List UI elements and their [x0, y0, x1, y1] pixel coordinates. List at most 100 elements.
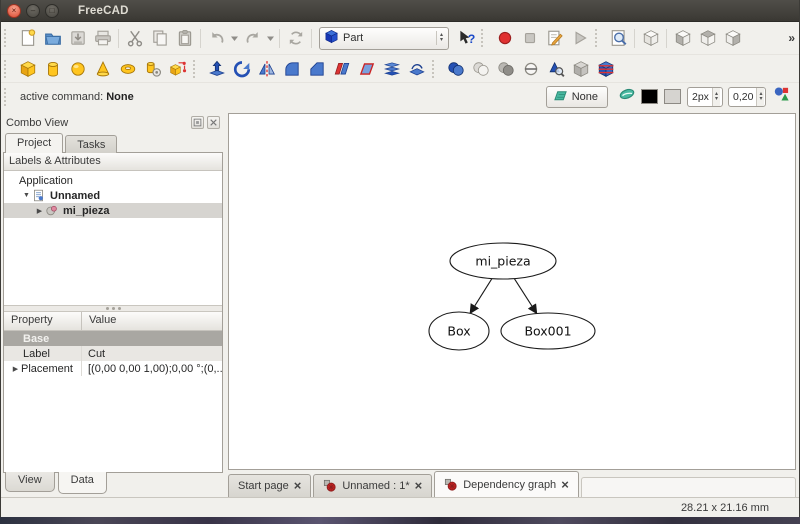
spinner-arrows[interactable]: ▴▾	[436, 31, 446, 45]
paste-icon[interactable]	[172, 26, 197, 50]
document-icon	[32, 189, 46, 202]
refresh-icon[interactable]	[283, 26, 308, 50]
tab-data[interactable]: Data	[58, 472, 107, 494]
toolbar-grip[interactable]	[4, 29, 10, 47]
boolean-cut-icon[interactable]	[493, 57, 518, 81]
combo-view-panel: Combo View ProjectTasks Labels & Attribu…	[1, 113, 225, 497]
whats-this-icon[interactable]: ?	[453, 26, 478, 50]
document-tab-start-page[interactable]: Start page×	[228, 474, 311, 497]
collapsed-arrow-icon[interactable]: ▶	[34, 207, 45, 215]
top-view-icon[interactable]	[695, 26, 720, 50]
cylinder-icon[interactable]	[40, 57, 65, 81]
line-width-spinbox[interactable]: 2px ▴▾	[687, 87, 723, 107]
tab-close-icon[interactable]: ×	[415, 481, 423, 491]
property-row-placement[interactable]: ▶Placement[(0,00 0,00 1,00);0,00 °;(0,..…	[4, 361, 222, 376]
primitives-icon[interactable]	[140, 57, 165, 81]
redo-dropdown-icon[interactable]	[265, 26, 276, 50]
boolean-union-icon[interactable]	[443, 57, 468, 81]
cone-icon[interactable]	[90, 57, 115, 81]
face-color-swatch[interactable]	[664, 89, 681, 104]
toolbar-overflow-button[interactable]: »	[788, 31, 795, 45]
expanded-arrow-icon[interactable]: ▼	[21, 192, 32, 199]
document-tab-unnamed-1-[interactable]: Unnamed : 1*×	[313, 474, 432, 497]
save-icon[interactable]	[65, 26, 90, 50]
macro-record-icon[interactable]	[492, 26, 517, 50]
right-view-icon[interactable]	[720, 26, 745, 50]
toolbar-grip[interactable]	[193, 60, 199, 78]
sweep-icon[interactable]	[404, 57, 429, 81]
dependency-graph-svg: mi_piezaBoxBox001	[229, 114, 795, 469]
toolbar-grip[interactable]	[432, 60, 438, 78]
line-color-swatch[interactable]	[641, 89, 658, 104]
dependency-edge-mi_pieza-Box001	[514, 279, 536, 314]
ruled-surface-icon[interactable]	[329, 57, 354, 81]
macro-stop-icon[interactable]	[517, 26, 542, 50]
undo-icon[interactable]	[204, 26, 229, 50]
toolbar-grip[interactable]	[481, 29, 487, 47]
tab-view[interactable]: View	[5, 472, 55, 492]
property-row-label[interactable]: LabelCut	[4, 346, 222, 361]
svg-text:?: ?	[467, 32, 474, 46]
construction-mode-button[interactable]	[616, 87, 638, 107]
toolbar-grip[interactable]	[595, 29, 601, 47]
tab-project[interactable]: Project	[5, 133, 63, 153]
axonometric-view-icon[interactable]	[638, 26, 663, 50]
tab-tasks[interactable]: Tasks	[65, 135, 117, 153]
loft-icon[interactable]	[379, 57, 404, 81]
working-plane-button[interactable]: None	[546, 86, 608, 108]
tree-item-unnamed[interactable]: ▼Unnamed	[4, 188, 222, 203]
graph-node-Box001: Box001	[501, 313, 595, 349]
property-name: Label	[23, 348, 50, 360]
front-view-icon[interactable]	[670, 26, 695, 50]
section-icon[interactable]	[518, 57, 543, 81]
toolbar-grip[interactable]	[4, 88, 10, 106]
expand-arrow-icon[interactable]: ▶	[10, 365, 21, 373]
shape-builder-icon[interactable]	[165, 57, 190, 81]
copy-icon[interactable]	[147, 26, 172, 50]
torus-icon[interactable]	[115, 57, 140, 81]
redo-icon[interactable]	[240, 26, 265, 50]
document-tab-dependency-graph[interactable]: Dependency graph×	[434, 471, 579, 497]
defeaturing-icon[interactable]	[568, 57, 593, 81]
dock-close-button[interactable]	[207, 116, 220, 129]
text-size-spinbox[interactable]: 0,20 ▴▾	[728, 87, 766, 107]
new-document-icon[interactable]	[15, 26, 40, 50]
mirror-icon[interactable]	[254, 57, 279, 81]
box-icon[interactable]	[15, 57, 40, 81]
cut-icon[interactable]	[122, 26, 147, 50]
toolbar-grip[interactable]	[4, 60, 10, 78]
revolve-icon[interactable]	[229, 57, 254, 81]
window-maximize-button[interactable]: □	[45, 4, 59, 18]
svg-text:Box001: Box001	[524, 324, 571, 339]
property-row-base[interactable]: Base	[4, 331, 222, 346]
tab-close-icon[interactable]: ×	[294, 481, 302, 491]
cross-sections-icon[interactable]	[593, 57, 618, 81]
make-face-icon[interactable]	[354, 57, 379, 81]
macro-edit-icon[interactable]	[542, 26, 567, 50]
macro-play-icon[interactable]	[567, 26, 592, 50]
open-folder-icon[interactable]	[40, 26, 65, 50]
print-icon[interactable]	[90, 26, 115, 50]
dock-float-button[interactable]	[191, 116, 204, 129]
panel-splitter[interactable]	[4, 305, 222, 312]
boolean-common-icon[interactable]	[468, 57, 493, 81]
fillet-icon[interactable]	[279, 57, 304, 81]
workbench-selector[interactable]: Part ▴▾	[319, 27, 449, 50]
dependency-graph-view[interactable]: mi_piezaBoxBox001	[228, 113, 796, 470]
graph-node-mi_pieza: mi_pieza	[450, 243, 556, 279]
extrude-icon[interactable]	[204, 57, 229, 81]
window-minimize-button[interactable]: –	[26, 4, 40, 18]
check-geometry-icon[interactable]	[543, 57, 568, 81]
sphere-icon[interactable]	[65, 57, 90, 81]
apply-style-button[interactable]	[771, 87, 793, 107]
active-command-value: None	[106, 91, 134, 103]
property-name: Placement	[21, 363, 73, 375]
undo-dropdown-icon[interactable]	[229, 26, 240, 50]
window-close-button[interactable]: ×	[7, 4, 21, 18]
fit-all-icon[interactable]	[606, 26, 631, 50]
tree-item-application[interactable]: Application	[4, 173, 222, 188]
window-title: FreeCAD	[78, 5, 129, 17]
tree-item-mi_pieza[interactable]: ▶mi_pieza	[4, 203, 222, 218]
tab-close-icon[interactable]: ×	[561, 480, 569, 490]
chamfer-icon[interactable]	[304, 57, 329, 81]
